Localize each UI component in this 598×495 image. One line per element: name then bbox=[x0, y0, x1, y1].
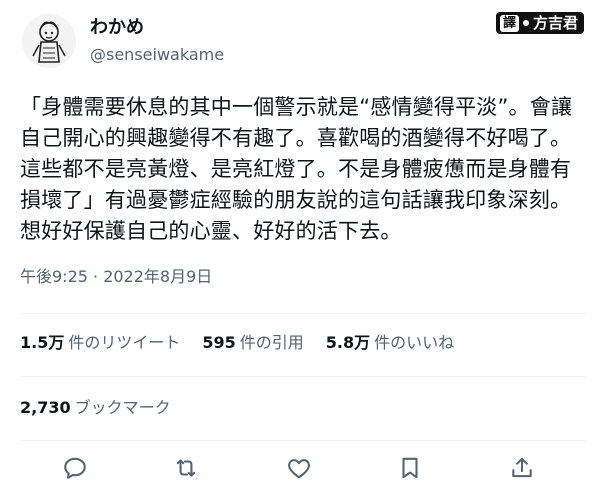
tweet-text: 「身體需要休息的其中一個警示就是“感情變得平淡”。會讓自己開心的興趣變得不有趣了… bbox=[20, 95, 573, 243]
divider bbox=[20, 440, 586, 441]
bookmark-icon bbox=[402, 457, 418, 479]
quotes-label: 件の引用 bbox=[239, 333, 304, 352]
dot-icon bbox=[522, 20, 529, 26]
display-name[interactable]: わかめ bbox=[90, 16, 144, 40]
retweet-button[interactable] bbox=[173, 455, 199, 481]
translator-badge: 譯 方吉君 bbox=[495, 12, 584, 34]
translator-name: 方吉君 bbox=[532, 14, 578, 32]
tweet-actions bbox=[0, 447, 598, 487]
avatar[interactable] bbox=[22, 14, 76, 68]
tweet-card: わかめ @senseiwakame 譯 方吉君 「身體需要休息的其中一個警示就是… bbox=[0, 0, 598, 495]
translator-tag: 譯 bbox=[499, 14, 519, 32]
divider bbox=[20, 376, 586, 377]
user-handle[interactable]: @senseiwakame bbox=[90, 44, 224, 66]
bookmarks-count: 2,730 bbox=[20, 398, 71, 417]
share-button[interactable] bbox=[509, 455, 535, 481]
likes-label: 件のいいね bbox=[374, 333, 455, 352]
bookmarks-label: ブックマーク bbox=[74, 398, 171, 417]
retweets-stat[interactable]: 1.5万 件のリツイート bbox=[20, 331, 180, 355]
likes-stat[interactable]: 5.8万 件のいいね bbox=[326, 331, 454, 355]
like-button[interactable] bbox=[286, 455, 312, 481]
reply-button[interactable] bbox=[62, 455, 88, 481]
retweets-count: 1.5万 bbox=[20, 333, 65, 352]
retweets-label: 件のリツイート bbox=[68, 333, 181, 352]
quotes-stat[interactable]: 595 件の引用 bbox=[202, 331, 303, 355]
tweet-timestamp[interactable]: 午後9:25 · 2022年8月9日 bbox=[20, 266, 212, 288]
divider bbox=[20, 313, 586, 314]
quotes-count: 595 bbox=[202, 333, 236, 352]
bookmarks-stat[interactable]: 2,730 ブックマーク bbox=[20, 396, 171, 420]
avatar-icon bbox=[22, 14, 76, 68]
like-icon bbox=[288, 459, 310, 479]
engagement-stats: 1.5万 件のリツイート 595 件の引用 5.8万 件のいいね bbox=[20, 331, 476, 355]
reply-icon bbox=[64, 457, 86, 479]
likes-count: 5.8万 bbox=[325, 333, 371, 352]
bookmark-button[interactable] bbox=[397, 455, 423, 481]
retweet-icon bbox=[176, 459, 196, 477]
share-icon bbox=[512, 457, 532, 478]
